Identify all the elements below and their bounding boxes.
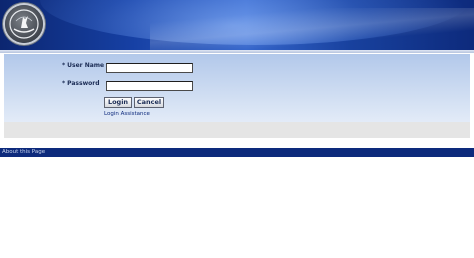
login-panel-footer [4,122,470,138]
header-divider [0,50,474,53]
about-page-link[interactable]: About this Page [2,148,45,157]
header-shine [150,8,474,50]
password-input[interactable] [106,81,193,91]
password-label-text: Password [67,80,100,87]
cancel-button[interactable]: Cancel [134,97,164,108]
required-marker: * [62,62,66,69]
required-marker: * [62,80,66,87]
username-input[interactable] [106,63,193,73]
login-page: * User Name * Password Login Cancel Login … [0,0,474,258]
username-label-text: User Name [67,62,105,69]
login-assistance-link[interactable]: Login Assistance [104,111,150,117]
login-button[interactable]: Login [104,97,132,108]
password-label: * Password [62,80,100,87]
username-label: * User Name [62,62,104,69]
emblem-logo-icon [5,5,43,43]
emblem-graphic [9,9,39,39]
header-banner [0,0,474,50]
footer-bar: About this Page [0,148,474,157]
